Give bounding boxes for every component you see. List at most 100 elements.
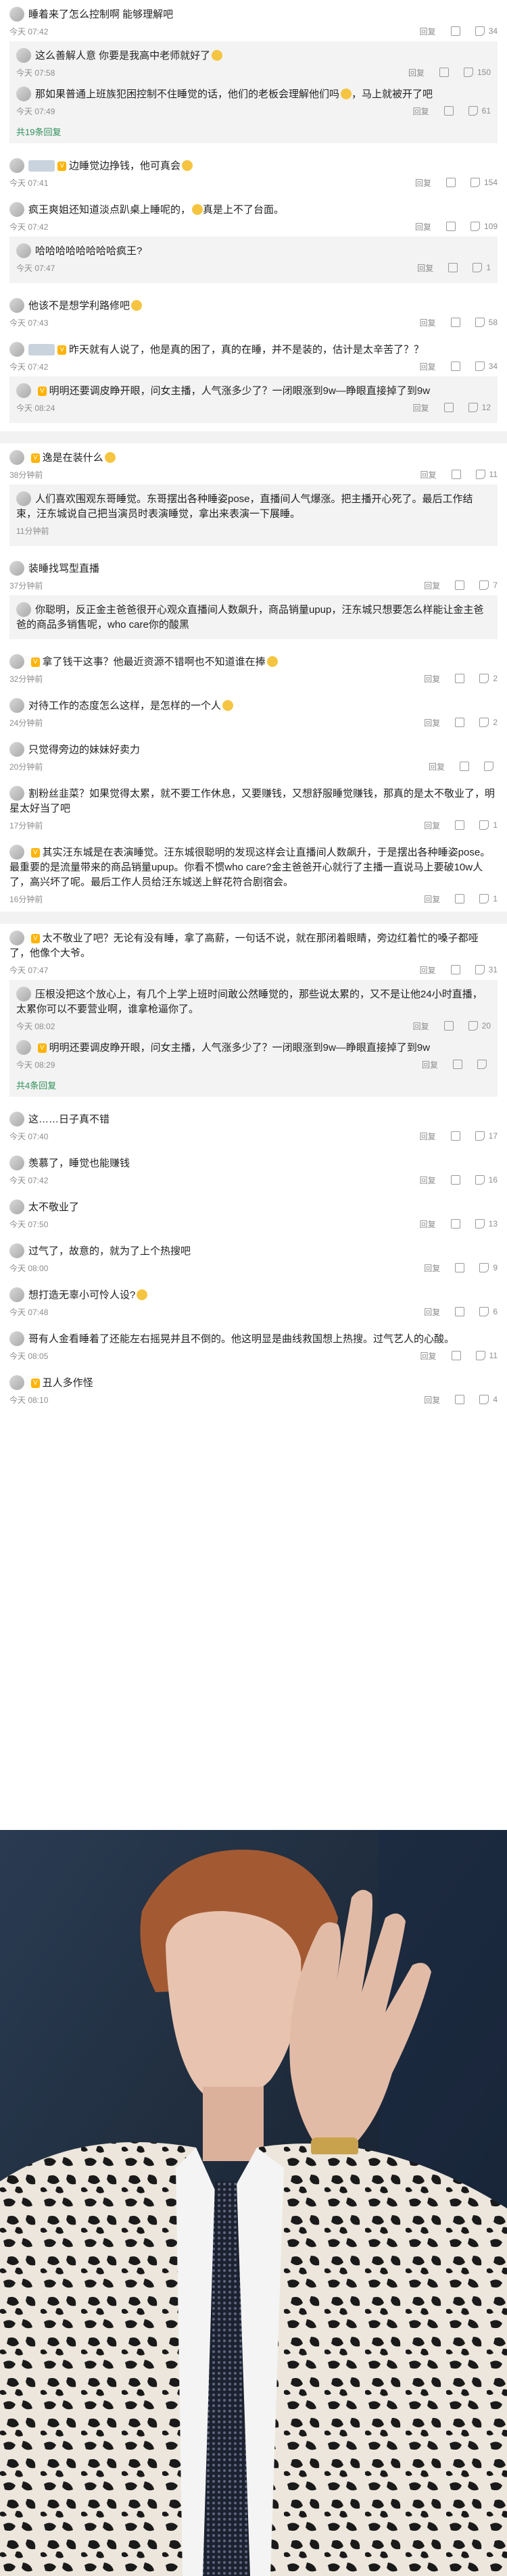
reply-button[interactable]: 回复: [413, 402, 429, 414]
share-icon[interactable]: [448, 263, 458, 272]
like-button[interactable]: [484, 762, 498, 771]
avatar[interactable]: [9, 654, 24, 669]
reply-button[interactable]: 回复: [424, 1306, 440, 1318]
reply-button[interactable]: 回复: [420, 1218, 436, 1230]
reply-button[interactable]: 回复: [415, 177, 431, 189]
avatar[interactable]: [9, 931, 24, 945]
reply-button[interactable]: 回复: [408, 67, 425, 78]
share-icon[interactable]: [443, 403, 454, 412]
share-icon[interactable]: [450, 26, 460, 36]
avatar[interactable]: [9, 298, 24, 313]
share-icon[interactable]: [455, 674, 465, 683]
like-button[interactable]: 9: [479, 1263, 498, 1272]
avatar[interactable]: [9, 561, 24, 576]
more-replies-link[interactable]: 共4条回复: [16, 1076, 491, 1093]
like-button[interactable]: 16: [475, 1175, 498, 1185]
like-button[interactable]: 20: [468, 1021, 491, 1031]
username[interactable]: [28, 344, 55, 355]
avatar[interactable]: [9, 742, 24, 757]
share-icon[interactable]: [439, 68, 449, 77]
reply-button[interactable]: 回复: [413, 1020, 429, 1032]
avatar[interactable]: [16, 1040, 31, 1055]
share-icon[interactable]: [445, 178, 456, 187]
share-icon[interactable]: [455, 1307, 465, 1316]
avatar[interactable]: [9, 1199, 24, 1214]
reply-button[interactable]: 回复: [420, 361, 436, 372]
reply-button[interactable]: 回复: [424, 673, 440, 685]
reply-button[interactable]: 回复: [429, 761, 445, 772]
avatar[interactable]: [9, 786, 24, 801]
share-icon[interactable]: [455, 718, 465, 727]
like-button[interactable]: 1: [479, 894, 498, 903]
avatar[interactable]: [16, 491, 31, 506]
more-replies-link[interactable]: 共19条回复: [16, 122, 491, 139]
avatar[interactable]: [16, 602, 31, 617]
avatar[interactable]: [9, 450, 24, 465]
reply-button[interactable]: 回复: [420, 1131, 436, 1142]
share-icon[interactable]: [443, 106, 454, 116]
avatar[interactable]: [9, 1375, 24, 1390]
reply-button[interactable]: 回复: [417, 262, 433, 274]
like-button[interactable]: 11: [475, 470, 498, 479]
reply-button[interactable]: 回复: [424, 820, 440, 831]
share-icon[interactable]: [443, 1021, 454, 1031]
avatar[interactable]: [9, 7, 24, 22]
reply-button[interactable]: 回复: [420, 1350, 437, 1362]
reply-button[interactable]: 回复: [413, 105, 429, 117]
avatar[interactable]: [9, 158, 24, 173]
username[interactable]: [28, 160, 55, 172]
like-button[interactable]: 17: [475, 1131, 498, 1141]
reply-button[interactable]: 回复: [424, 893, 440, 905]
like-button[interactable]: 1: [473, 263, 491, 272]
reply-button[interactable]: 回复: [420, 1174, 436, 1186]
share-icon[interactable]: [445, 222, 456, 231]
avatar[interactable]: [9, 1156, 24, 1170]
avatar[interactable]: [16, 86, 31, 101]
like-button[interactable]: 109: [470, 222, 498, 231]
like-button[interactable]: 2: [479, 674, 498, 683]
reply-button[interactable]: 回复: [420, 469, 437, 480]
share-icon[interactable]: [455, 580, 465, 590]
reply-button[interactable]: 回复: [424, 717, 440, 728]
avatar[interactable]: [16, 48, 31, 63]
share-icon[interactable]: [450, 362, 460, 371]
like-button[interactable]: 1: [479, 820, 498, 830]
share-icon[interactable]: [460, 762, 469, 771]
like-button[interactable]: 31: [475, 965, 498, 974]
reply-button[interactable]: 回复: [415, 221, 431, 232]
share-icon[interactable]: [455, 1395, 465, 1404]
share-icon[interactable]: [450, 1175, 460, 1185]
share-icon[interactable]: [453, 1060, 462, 1069]
like-button[interactable]: [477, 1060, 491, 1069]
share-icon[interactable]: [450, 1131, 460, 1141]
like-button[interactable]: 6: [479, 1307, 498, 1316]
avatar[interactable]: [9, 1243, 24, 1258]
avatar[interactable]: [9, 202, 24, 217]
reply-button[interactable]: 回复: [424, 1262, 440, 1274]
share-icon[interactable]: [450, 965, 460, 974]
like-button[interactable]: 150: [463, 68, 491, 77]
like-button[interactable]: 2: [479, 718, 498, 727]
avatar[interactable]: [9, 1112, 24, 1126]
avatar[interactable]: [9, 1287, 24, 1302]
like-button[interactable]: 13: [475, 1219, 498, 1229]
like-button[interactable]: 12: [468, 403, 491, 412]
reply-button[interactable]: 回复: [420, 26, 436, 37]
reply-button[interactable]: 回复: [420, 964, 436, 976]
avatar[interactable]: [16, 383, 31, 398]
share-icon[interactable]: [455, 894, 465, 903]
like-button[interactable]: 7: [479, 580, 498, 590]
avatar[interactable]: [16, 243, 31, 258]
like-button[interactable]: 11: [475, 1351, 498, 1360]
avatar[interactable]: [9, 698, 24, 713]
like-button[interactable]: 61: [468, 106, 491, 116]
avatar[interactable]: [16, 987, 31, 1001]
reply-button[interactable]: 回复: [424, 1394, 440, 1406]
like-button[interactable]: 34: [475, 26, 498, 36]
share-icon[interactable]: [451, 470, 461, 479]
share-icon[interactable]: [455, 1263, 465, 1272]
share-icon[interactable]: [450, 318, 460, 327]
like-button[interactable]: 154: [470, 178, 498, 187]
reply-button[interactable]: 回复: [420, 317, 436, 328]
avatar[interactable]: [9, 1331, 24, 1346]
